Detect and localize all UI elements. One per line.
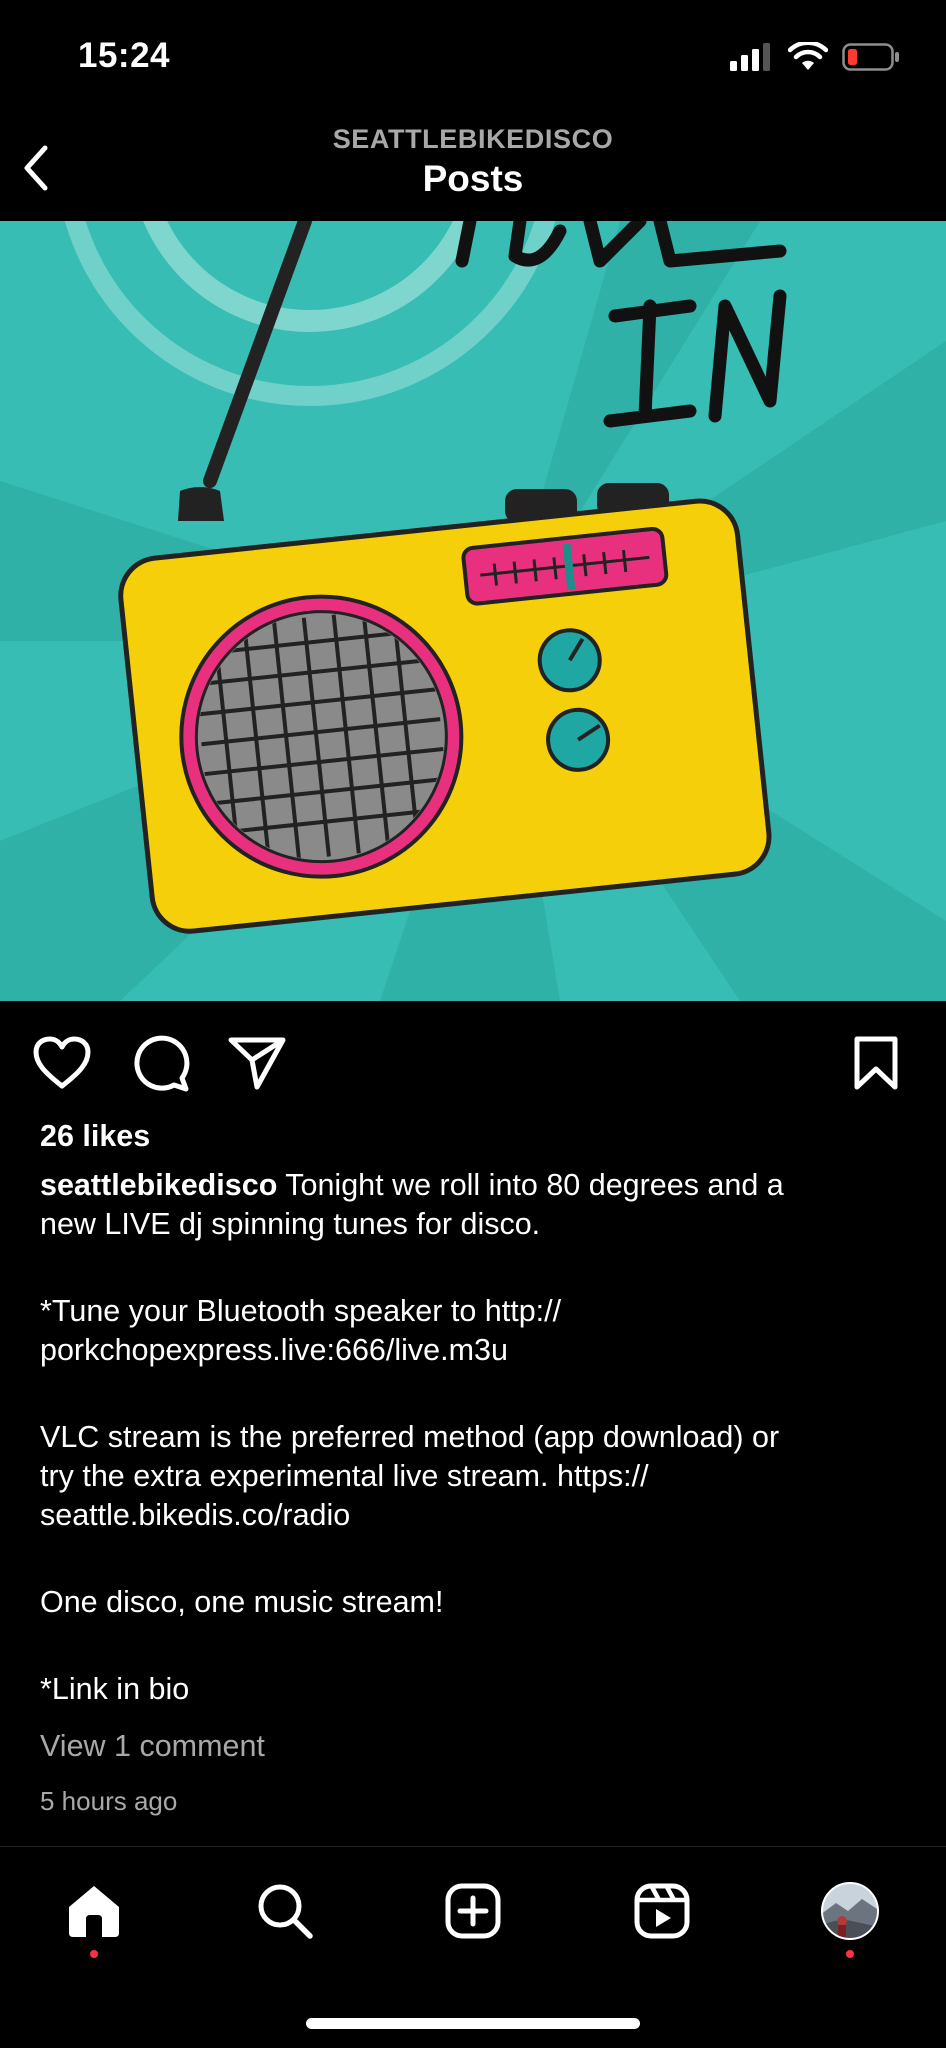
cellular-signal-icon: [730, 43, 770, 71]
profile-avatar: [821, 1882, 879, 1940]
save-button[interactable]: [845, 1032, 907, 1094]
create-icon: [445, 1883, 501, 1939]
like-button[interactable]: [31, 1032, 93, 1094]
caption-line: [40, 1244, 910, 1292]
post-image[interactable]: [0, 221, 946, 1001]
caption-line: porkchopexpress.live:666/live.m3u: [40, 1333, 508, 1367]
share-button[interactable]: [226, 1032, 288, 1094]
caption-username[interactable]: seattlebikedisco: [40, 1168, 277, 1202]
tab-reels[interactable]: [627, 1876, 697, 1946]
caption-line: VLC stream is the preferred method (app …: [40, 1420, 780, 1454]
caption-line: new LIVE dj spinning tunes for disco.: [40, 1207, 541, 1241]
page-title: Posts: [422, 158, 524, 199]
post-timestamp: 5 hours ago: [40, 1786, 178, 1816]
view-comments-link[interactable]: View 1 comment: [40, 1727, 265, 1766]
caption-line: [40, 1622, 910, 1670]
comment-button[interactable]: [130, 1032, 192, 1094]
caption-line: *Tune your Bluetooth speaker to http://: [40, 1294, 562, 1328]
caption-line: [40, 1535, 910, 1583]
comment-icon: [134, 1035, 190, 1092]
likes-count[interactable]: 26 likes: [40, 1117, 150, 1156]
share-icon: [228, 1037, 286, 1090]
reels-icon: [634, 1883, 690, 1939]
home-indicator: [306, 2018, 640, 2029]
bookmark-icon: [854, 1036, 898, 1090]
caption-line: One disco, one music stream!: [40, 1585, 444, 1619]
caption-line: seattle.bikedis.co/radio: [40, 1498, 351, 1532]
profile-notification-dot: [846, 1950, 854, 1958]
caption-line: *Link in bio: [40, 1672, 190, 1706]
header-account-name: SEATTLEBIKEDISCO: [332, 124, 614, 154]
home-notification-dot: [90, 1950, 98, 1958]
status-icons: [730, 42, 900, 72]
tab-search[interactable]: [250, 1876, 320, 1946]
status-time: 15:24: [78, 36, 171, 75]
tab-create[interactable]: [438, 1876, 508, 1946]
heart-icon: [33, 1036, 91, 1089]
post-caption: seattlebikedisco Tonight we roll into 80…: [40, 1166, 910, 1709]
search-icon: [258, 1884, 313, 1939]
caption-line: seattlebikedisco Tonight we roll into 80…: [40, 1168, 784, 1202]
tab-profile[interactable]: [815, 1876, 885, 1946]
battery-low-icon: [842, 43, 899, 71]
caption-line: try the extra experimental live stream. …: [40, 1459, 649, 1493]
tab-home[interactable]: [59, 1876, 129, 1946]
caption-line: [40, 1370, 910, 1418]
wifi-icon: [788, 42, 828, 70]
tune-in-radio-illustration: [0, 221, 946, 1001]
home-icon: [69, 1886, 119, 1937]
